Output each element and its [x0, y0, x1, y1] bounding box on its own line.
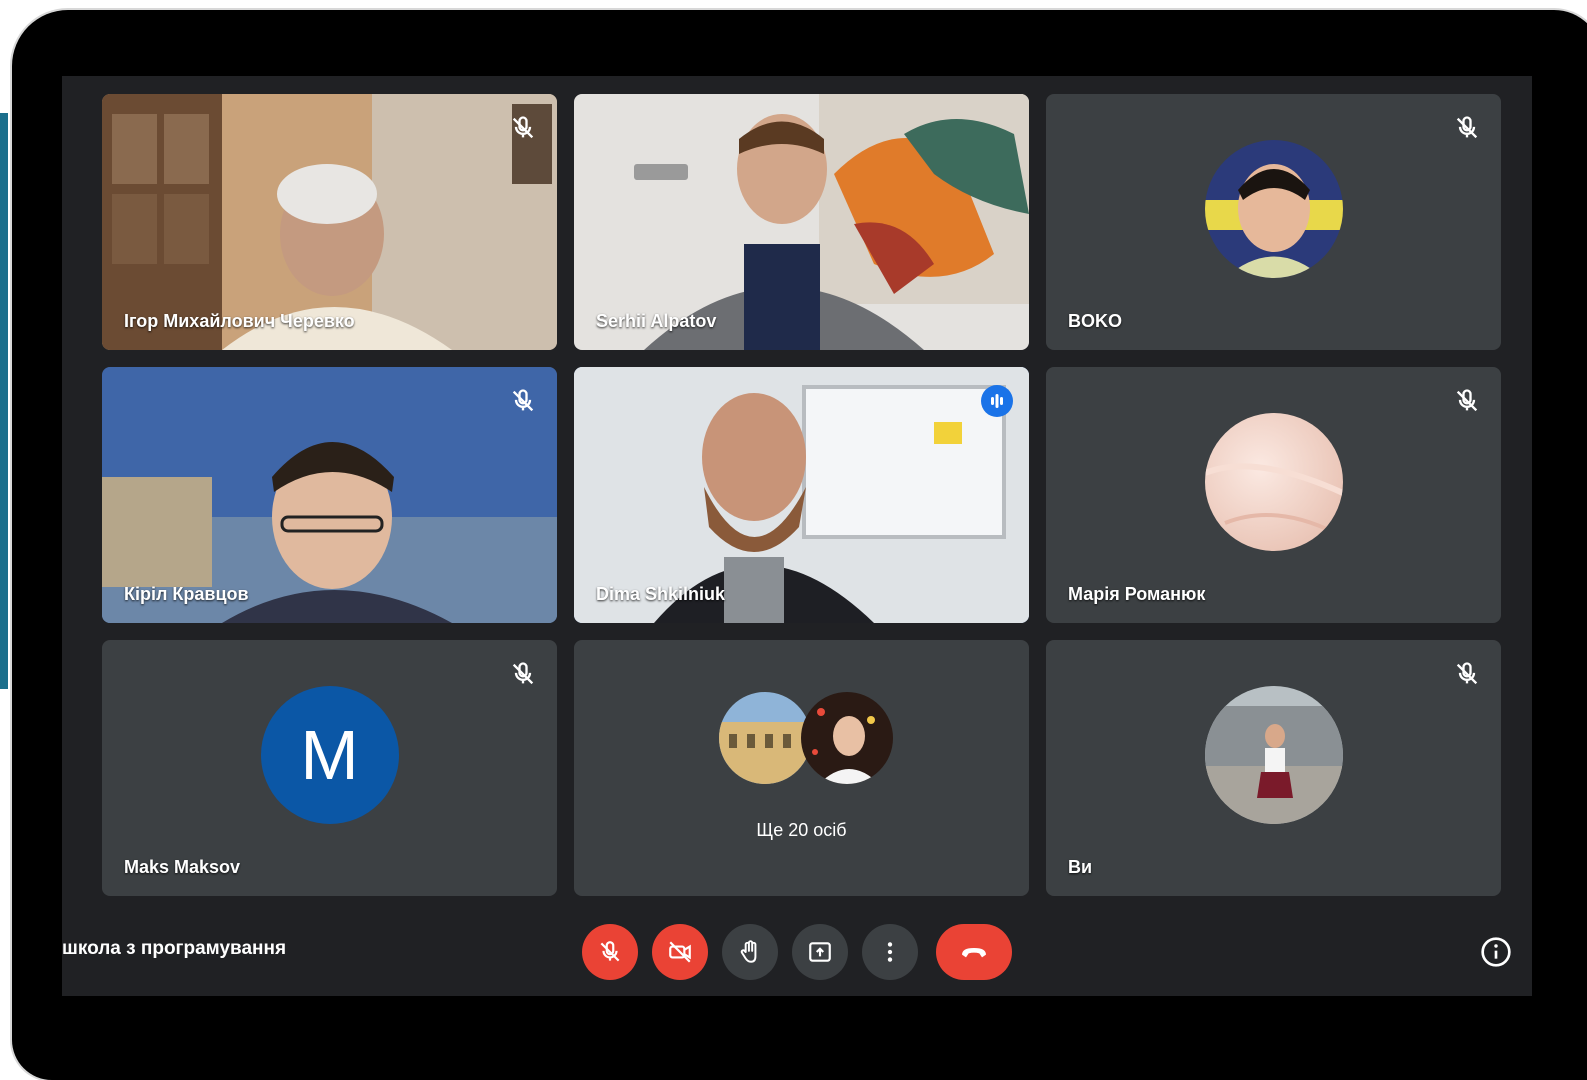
meeting-title: школа з програмування	[62, 938, 287, 959]
camera-toggle-button[interactable]	[652, 924, 708, 980]
participant-name: Ви	[1068, 857, 1093, 877]
videocam-off-icon	[669, 941, 691, 963]
mic-off-icon	[1456, 662, 1478, 685]
participant-name: Dima Shkilniuk	[596, 584, 726, 604]
participant-avatar	[1204, 686, 1343, 824]
participant-avatar	[719, 692, 811, 784]
more-options-button[interactable]	[862, 924, 918, 980]
participant-name: BOKO	[1068, 311, 1122, 331]
participant-name: Serhii Alpatov	[596, 311, 717, 331]
more-participants-tile[interactable]: Ще 20 осіб	[574, 640, 1029, 896]
raise-hand-button[interactable]	[722, 924, 778, 980]
mic-off-icon	[1456, 116, 1478, 139]
mic-off-icon	[600, 941, 620, 962]
participant-name: Ігор Михайлович Черевко	[124, 311, 355, 331]
participant-tile-self[interactable]: Ви	[1046, 640, 1501, 896]
mic-toggle-button[interactable]	[582, 924, 638, 980]
participant-avatar	[1204, 413, 1343, 551]
leave-call-button[interactable]	[936, 924, 1012, 980]
call-end-icon	[962, 948, 986, 958]
participant-name: Maks Maksov	[124, 857, 241, 877]
participant-initial-avatar: M	[260, 686, 399, 824]
mic-off-icon	[512, 389, 534, 412]
mic-off-icon	[1456, 389, 1478, 412]
participant-tile[interactable]: BOKO	[1046, 94, 1501, 350]
participant-tile[interactable]: Serhii Alpatov	[574, 94, 1029, 350]
participant-tile[interactable]: Ігор Михайлович Черевко	[102, 94, 557, 350]
participant-tile[interactable]: Кірiл Кравцов	[102, 367, 557, 623]
participant-tile[interactable]: M Maks Maksov	[102, 640, 557, 896]
meet-screen: Ігор Михайлович Черевко Serhii Alpatov B…	[62, 76, 1532, 996]
meeting-controls-bar: школа з програмування	[62, 910, 1532, 996]
present-screen-icon	[809, 942, 831, 962]
speaking-indicator-icon	[981, 385, 1013, 417]
more-vert-icon	[887, 942, 893, 962]
participant-name: Марія Романюк	[1068, 584, 1206, 604]
page-accent-bar	[0, 113, 8, 689]
more-participants-label: Ще 20 осіб	[756, 820, 847, 840]
mic-off-icon	[512, 116, 534, 139]
participant-tile-speaking[interactable]: Dima Shkilniuk	[574, 367, 1029, 623]
participant-avatar	[801, 692, 893, 784]
participant-tile[interactable]: Марія Романюк	[1046, 367, 1501, 623]
participant-avatar	[1204, 140, 1343, 278]
device-frame: Ігор Михайлович Черевко Serhii Alpatov B…	[12, 10, 1587, 1080]
present-screen-button[interactable]	[792, 924, 848, 980]
mic-off-icon	[512, 662, 534, 685]
meeting-info-icon[interactable]	[1480, 936, 1512, 968]
hand-icon	[740, 940, 757, 963]
participant-name: Кірiл Кравцов	[124, 584, 249, 604]
